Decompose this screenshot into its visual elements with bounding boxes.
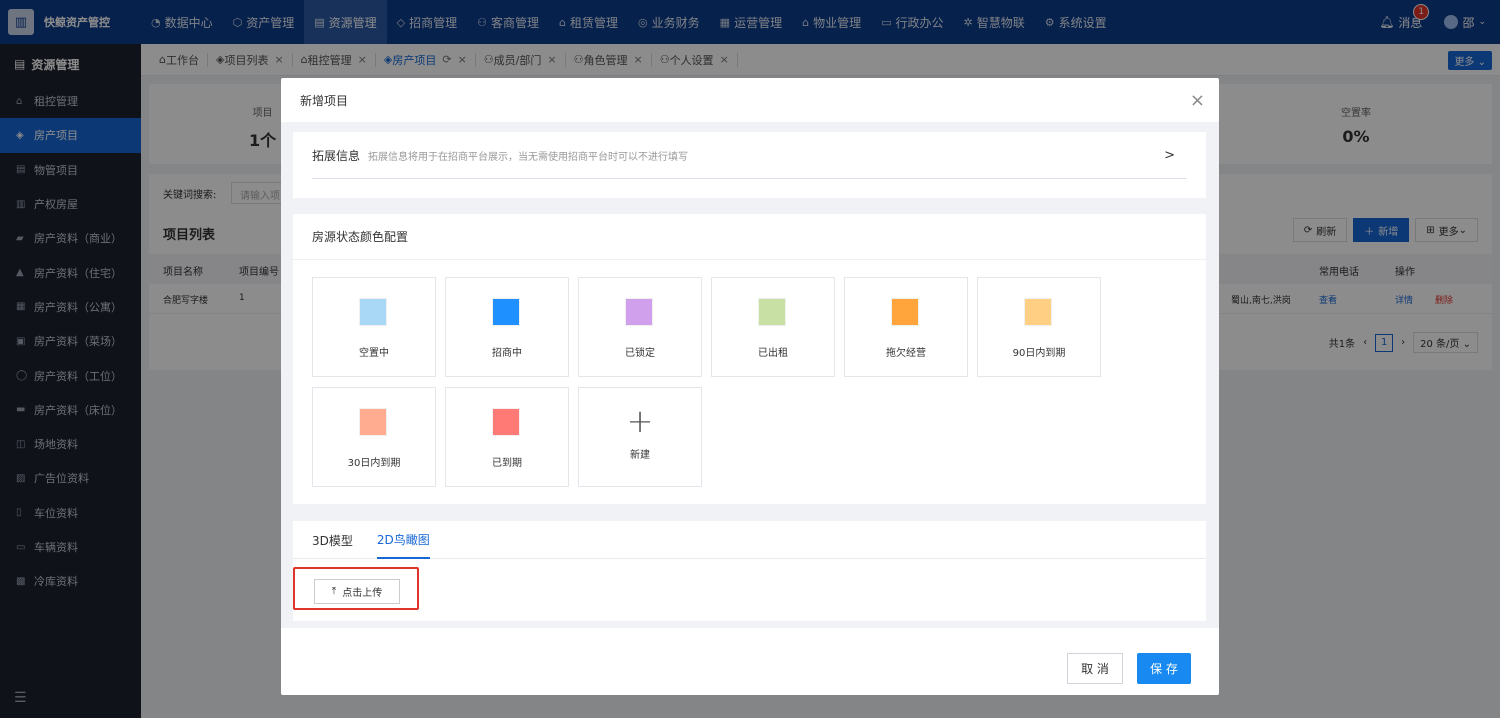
- dialog-footer: 取 消 保 存: [281, 628, 1219, 695]
- status-color-card[interactable]: 90日内到期: [977, 277, 1101, 377]
- status-label: 已出租: [758, 348, 788, 359]
- close-icon[interactable]: ×: [1190, 90, 1205, 111]
- color-swatch[interactable]: [625, 298, 653, 326]
- status-label: 90日内到期: [1012, 348, 1066, 359]
- media-section: 3D模型 2D鸟瞰图 ⤒ 点击上传: [293, 521, 1206, 621]
- status-label: 已到期: [492, 458, 522, 469]
- status-color-card[interactable]: 已出租: [711, 277, 835, 377]
- color-swatch[interactable]: [1024, 298, 1052, 326]
- color-swatch[interactable]: [359, 298, 387, 326]
- color-swatch[interactable]: [492, 408, 520, 436]
- extended-info-row[interactable]: 拓展信息 拓展信息将用于在招商平台展示，当无需使用招商平台时可以不进行填写 >: [312, 132, 1187, 179]
- new-project-dialog: 新增项目 × 拓展信息 拓展信息将用于在招商平台展示，当无需使用招商平台时可以不…: [281, 78, 1219, 695]
- color-swatch[interactable]: [492, 298, 520, 326]
- add-status-button[interactable]: + 新建: [578, 387, 702, 487]
- color-swatch[interactable]: [359, 408, 387, 436]
- color-swatch[interactable]: [891, 298, 919, 326]
- dialog-header: 新增项目 ×: [281, 78, 1219, 122]
- upload-label: 点击上传: [342, 588, 383, 599]
- upload-highlight: ⤒ 点击上传: [293, 567, 419, 610]
- status-color-card[interactable]: 已到期: [445, 387, 569, 487]
- status-color-card[interactable]: 拖欠经营: [844, 277, 968, 377]
- status-label: 招商中: [492, 348, 522, 359]
- extended-info-desc: 拓展信息将用于在招商平台展示，当无需使用招商平台时可以不进行填写: [368, 151, 689, 163]
- extended-info-title: 拓展信息: [312, 148, 361, 163]
- chevron-right-icon: >: [1164, 147, 1175, 163]
- upload-icon: ⤒: [331, 586, 337, 597]
- upload-button[interactable]: ⤒ 点击上传: [314, 579, 400, 604]
- status-color-section: 房源状态颜色配置 空置中 招商中 已锁定 已出租 拖欠经营 90日内到期 30日内到期 已到期…: [293, 214, 1206, 504]
- dialog-body: 拓展信息 拓展信息将用于在招商平台展示，当无需使用招商平台时可以不进行填写 > …: [281, 122, 1219, 628]
- status-label: 空置中: [359, 348, 389, 359]
- tab-3d-model[interactable]: 3D模型: [312, 521, 353, 559]
- status-label: 拖欠经营: [886, 348, 926, 359]
- status-color-title: 房源状态颜色配置: [293, 214, 1206, 260]
- cancel-button[interactable]: 取 消: [1067, 653, 1123, 684]
- media-tabs: 3D模型 2D鸟瞰图: [293, 521, 1206, 559]
- plus-icon: +: [626, 402, 654, 440]
- dialog-title: 新增项目: [300, 93, 349, 108]
- new-status-label: 新建: [630, 450, 650, 461]
- status-color-card[interactable]: 空置中: [312, 277, 436, 377]
- status-label: 30日内到期: [347, 458, 401, 469]
- color-swatch[interactable]: [758, 298, 786, 326]
- status-label: 已锁定: [625, 348, 655, 359]
- extended-info-section: 拓展信息 拓展信息将用于在招商平台展示，当无需使用招商平台时可以不进行填写 >: [293, 132, 1206, 198]
- status-color-card[interactable]: 招商中: [445, 277, 569, 377]
- tab-2d-aerial[interactable]: 2D鸟瞰图: [376, 521, 430, 559]
- status-color-card[interactable]: 已锁定: [578, 277, 702, 377]
- save-button[interactable]: 保 存: [1137, 653, 1191, 684]
- status-color-card[interactable]: 30日内到期: [312, 387, 436, 487]
